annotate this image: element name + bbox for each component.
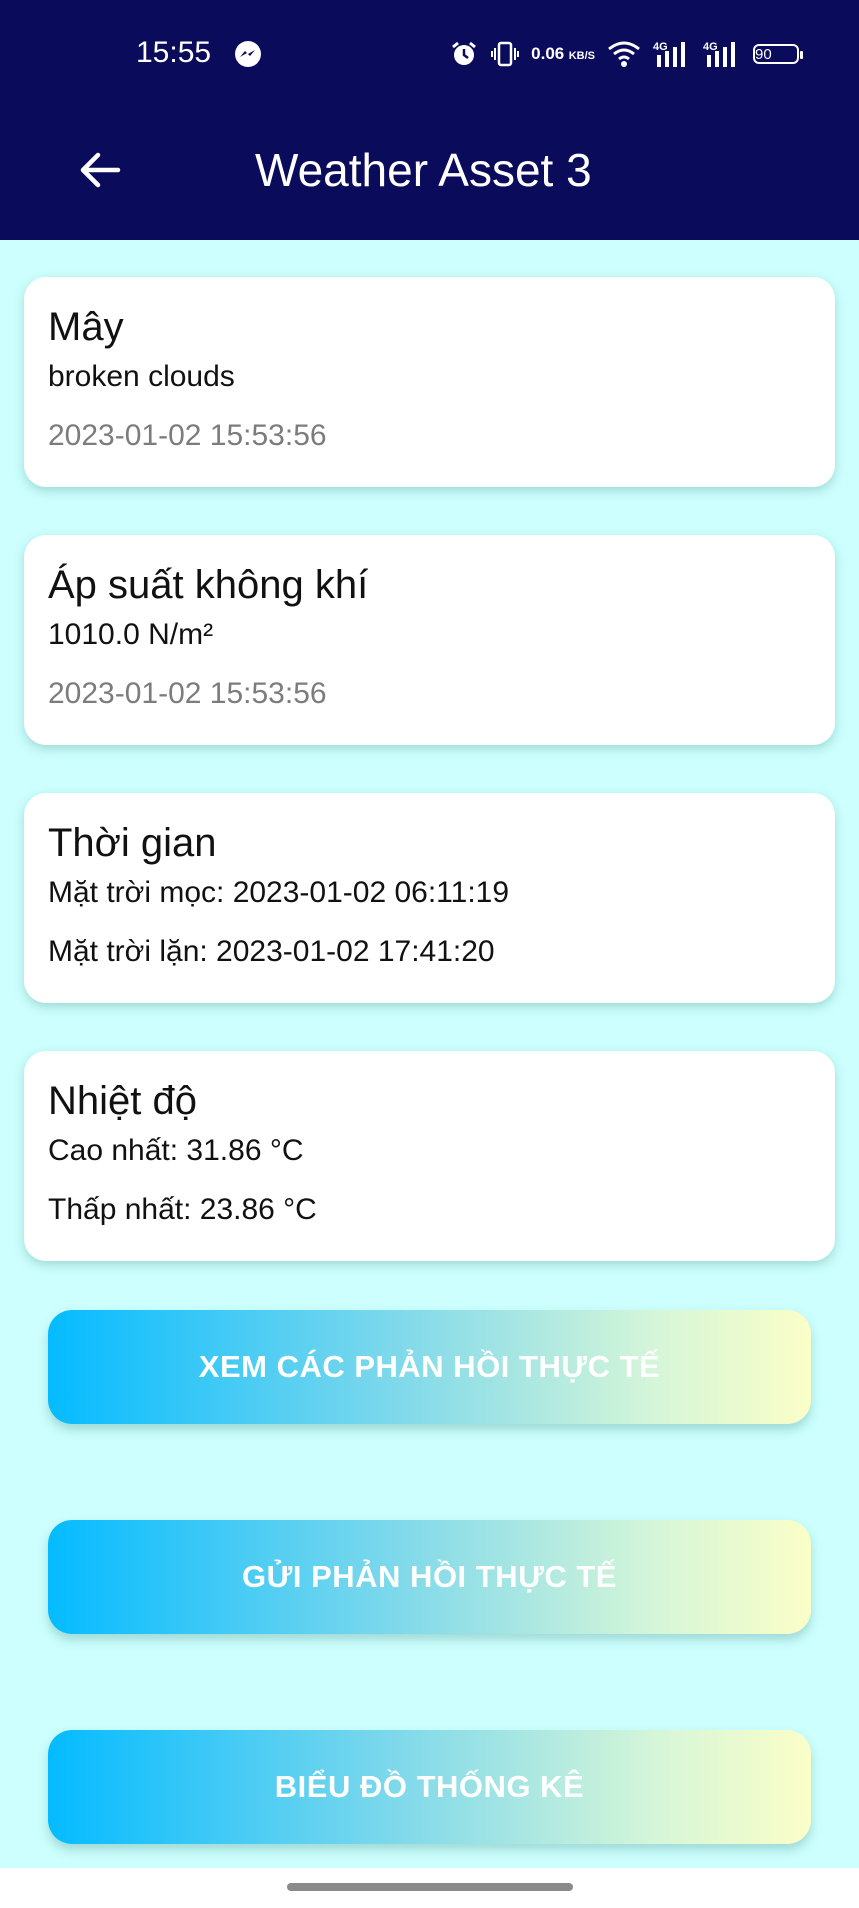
clouds-timestamp: 2023-01-02 15:53:56 [48,419,327,452]
sunset-time: Mặt trời lặn: 2023-01-02 17:41:20 [48,935,495,968]
pressure-value: 1010.0 N/m² [48,618,214,651]
pressure-timestamp: 2023-01-02 15:53:56 [48,677,327,710]
network-speed-value: 0.06 [531,44,565,63]
send-feedback-button[interactable]: GỬI PHẢN HỒI THỰC TẾ [48,1520,811,1634]
status-time: 15:55 [136,36,212,69]
temperature-min: Thấp nhất: 23.86 °C [48,1193,317,1226]
app-bar: Weather Asset 3 [0,106,859,240]
back-button[interactable] [70,140,130,200]
sunrise-time: Mặt trời mọc: 2023-01-02 06:11:19 [48,876,510,909]
time-card-title: Thời gian [48,821,217,865]
view-feedback-button[interactable]: XEM CÁC PHẢN HỒI THỰC TẾ [48,1310,811,1424]
battery-level: 90 [755,46,772,63]
pressure-card: Áp suất không khí 1010.0 N/m² 2023-01-02… [24,535,835,745]
pressure-card-title: Áp suất không khí [48,563,369,607]
temperature-card-title: Nhiệt độ [48,1079,197,1123]
signal-icon: 4G [703,41,735,67]
messenger-icon [235,41,261,67]
network-speed-unit: KB/S [568,50,595,62]
home-indicator[interactable] [287,1883,573,1891]
temperature-card: Nhiệt độ Cao nhất: 31.86 °C Thấp nhất: 2… [24,1051,835,1261]
clouds-card: Mây broken clouds 2023-01-02 15:53:56 [24,277,835,487]
clouds-description: broken clouds [48,360,235,393]
alarm-icon [452,41,477,65]
statistics-chart-button[interactable]: BIỂU ĐỒ THỐNG KÊ [48,1730,811,1844]
time-card: Thời gian Mặt trời mọc: 2023-01-02 06:11… [24,793,835,1003]
wifi-icon [608,41,640,67]
status-icons: 0.06 KB/S 4G 4G 90 [449,36,803,72]
arrow-left-icon [80,152,121,188]
navigation-bar [0,1868,859,1908]
status-bar: 15:55 0.06 KB/S 4G 4G 90 [0,0,859,106]
network-speed: 0.06 KB/S [531,45,595,63]
vibrate-icon [491,41,520,67]
temperature-max: Cao nhất: 31.86 °C [48,1134,304,1167]
battery-icon: 90 [753,44,803,64]
page-title: Weather Asset 3 [255,144,592,196]
signal-icon: 4G [653,41,685,67]
clouds-card-title: Mây [48,305,124,349]
